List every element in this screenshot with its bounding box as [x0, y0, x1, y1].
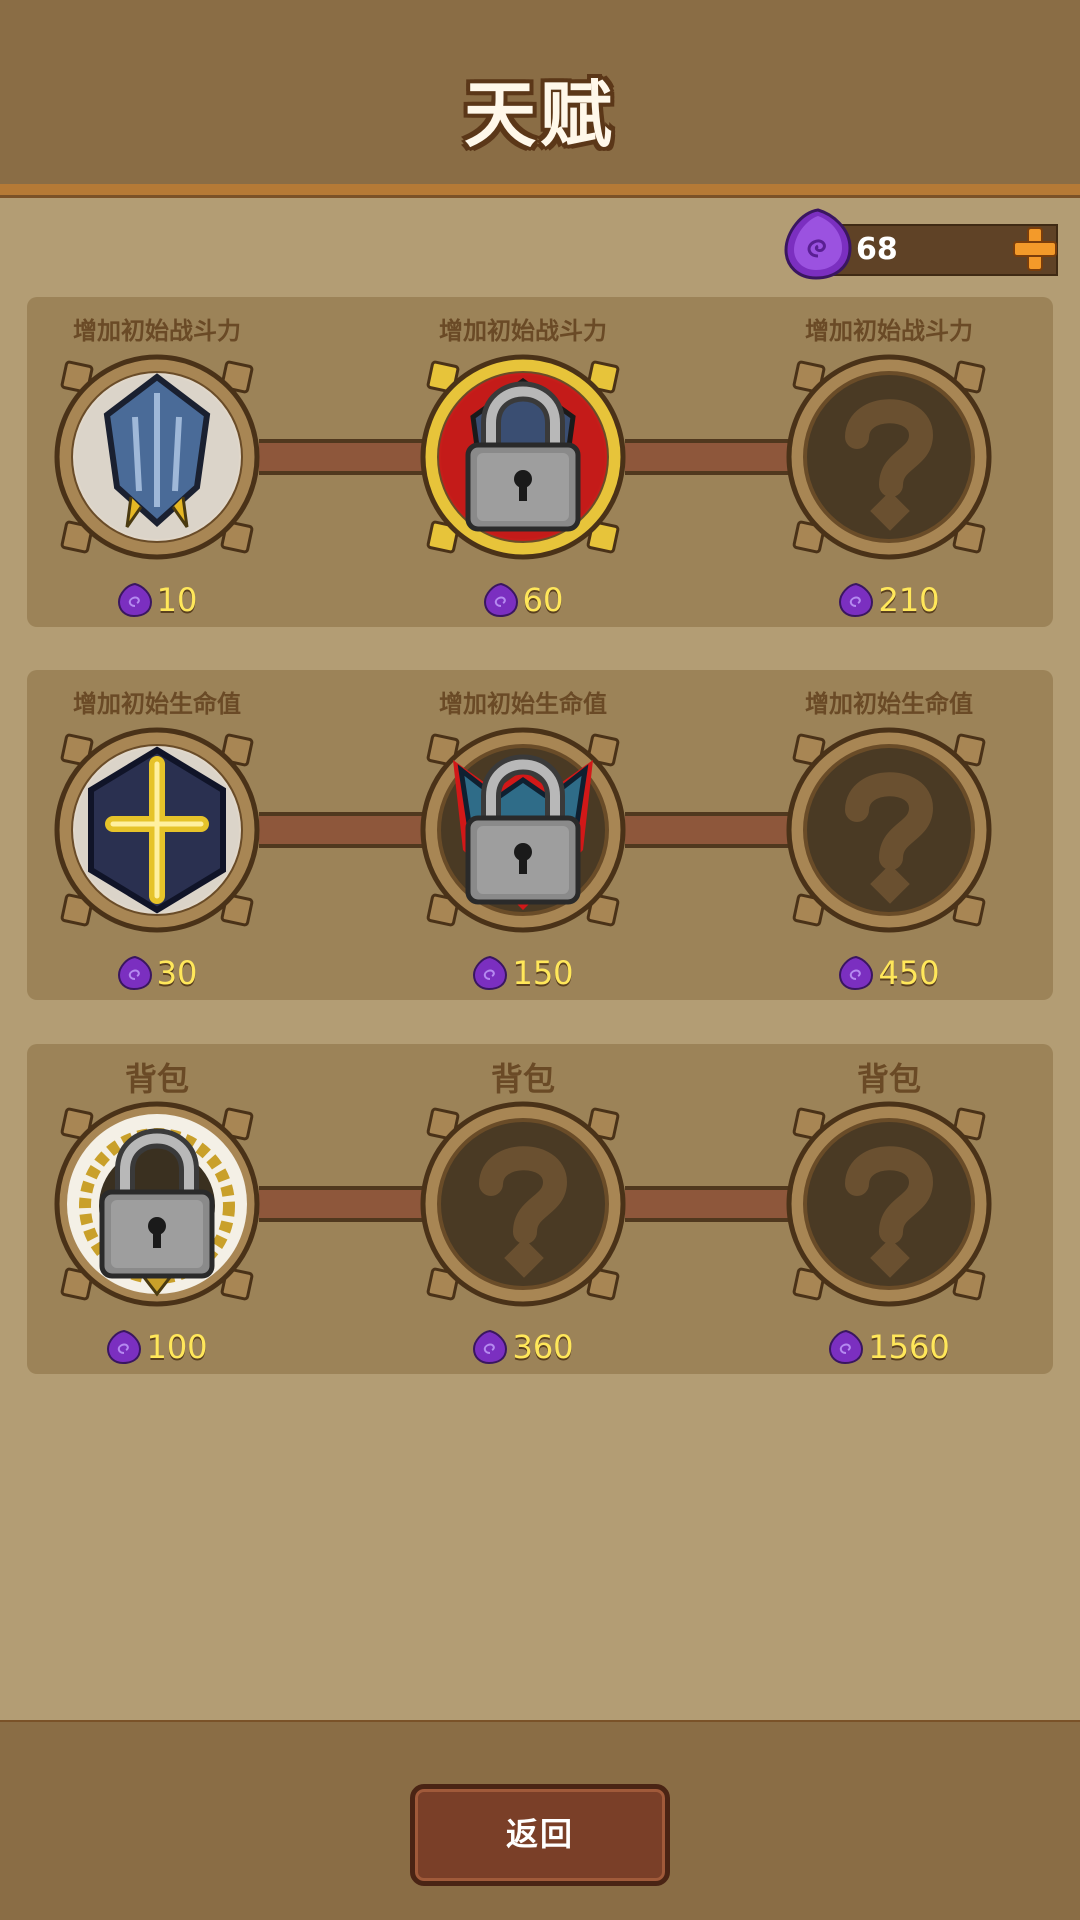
talent-row-combat: 增加初始战斗力 10 增加初始战斗力 60 增加初始战斗力 210 [27, 297, 1053, 627]
talent-medal-cross-hexagon-icon[interactable] [47, 720, 267, 940]
talent-medal-shield-icon[interactable] [47, 347, 267, 567]
page-title: 天赋 [463, 73, 616, 157]
purple-gem-icon [107, 1329, 142, 1365]
talent-row-health: 增加初始生命值 30 增加初始生命值 150 增加初始生命值 450 [27, 670, 1053, 1000]
talent-cost-value: 360 [512, 1328, 574, 1366]
talent-cost: 210 [769, 581, 1009, 619]
talent-medal-lock-icon[interactable] [413, 347, 633, 567]
talent-cost-value: 210 [878, 581, 940, 619]
talent-node[interactable]: 增加初始生命值 30 [37, 670, 277, 1000]
talent-label: 增加初始生命值 [73, 690, 241, 718]
talent-medal-lock-icon[interactable] [47, 1094, 267, 1314]
purple-gem-icon [117, 955, 152, 991]
talent-label: 增加初始战斗力 [439, 317, 607, 345]
currency-amount: 68 [856, 232, 898, 267]
talent-node[interactable]: 增加初始战斗力 210 [769, 297, 1009, 627]
talent-medal-question-icon[interactable] [413, 1094, 633, 1314]
talent-cost-value: 450 [878, 954, 940, 992]
talent-label: 增加初始生命值 [439, 690, 607, 718]
talent-cost: 1560 [769, 1328, 1009, 1366]
purple-gem-icon [117, 582, 152, 618]
purple-gem-icon [483, 582, 518, 618]
talent-medal-question-icon[interactable] [779, 720, 999, 940]
talent-cost: 10 [37, 581, 277, 619]
talent-medal-question-icon[interactable] [779, 1094, 999, 1314]
talent-medal-lock-icon[interactable] [413, 720, 633, 940]
purple-gem-icon [473, 1329, 508, 1365]
talent-cost: 150 [403, 954, 643, 992]
purple-gem-icon [839, 955, 874, 991]
talent-cost-value: 1560 [868, 1328, 950, 1366]
purple-gem-icon [829, 1329, 864, 1365]
purple-gem-icon [784, 208, 852, 280]
talent-node[interactable]: 背包 100 [37, 1044, 277, 1374]
talent-medal-question-icon[interactable] [779, 347, 999, 567]
talent-cost: 100 [37, 1328, 277, 1366]
talent-node[interactable]: 增加初始生命值 150 [403, 670, 643, 1000]
talent-label: 增加初始战斗力 [805, 317, 973, 345]
talent-cost: 60 [403, 581, 643, 619]
currency-display: 68 [780, 206, 1060, 280]
talent-cost-value: 30 [156, 954, 198, 992]
talent-node[interactable]: 背包 360 [403, 1044, 643, 1374]
purple-gem-icon [473, 955, 508, 991]
talent-node[interactable]: 增加初始生命值 450 [769, 670, 1009, 1000]
back-button[interactable]: 返回 [410, 1784, 670, 1886]
talent-cost-value: 100 [146, 1328, 208, 1366]
purple-gem-icon [839, 582, 874, 618]
talent-cost-value: 10 [156, 581, 198, 619]
talent-cost: 30 [37, 954, 277, 992]
talent-label: 增加初始生命值 [805, 690, 973, 718]
back-button-label: 返回 [505, 1815, 574, 1853]
talent-cost: 450 [769, 954, 1009, 992]
talent-cost: 360 [403, 1328, 643, 1366]
talent-node[interactable]: 增加初始战斗力 60 [403, 297, 643, 627]
talent-label: 增加初始战斗力 [73, 317, 241, 345]
talent-cost-value: 60 [522, 581, 564, 619]
talent-node[interactable]: 背包 1560 [769, 1044, 1009, 1374]
add-currency-button[interactable] [1012, 226, 1058, 272]
header-stripe [0, 184, 1080, 198]
talent-cost-value: 150 [512, 954, 574, 992]
talent-row-backpack: 背包 100 背包 360 背包 1560 [27, 1044, 1053, 1374]
talent-node[interactable]: 增加初始战斗力 10 [37, 297, 277, 627]
